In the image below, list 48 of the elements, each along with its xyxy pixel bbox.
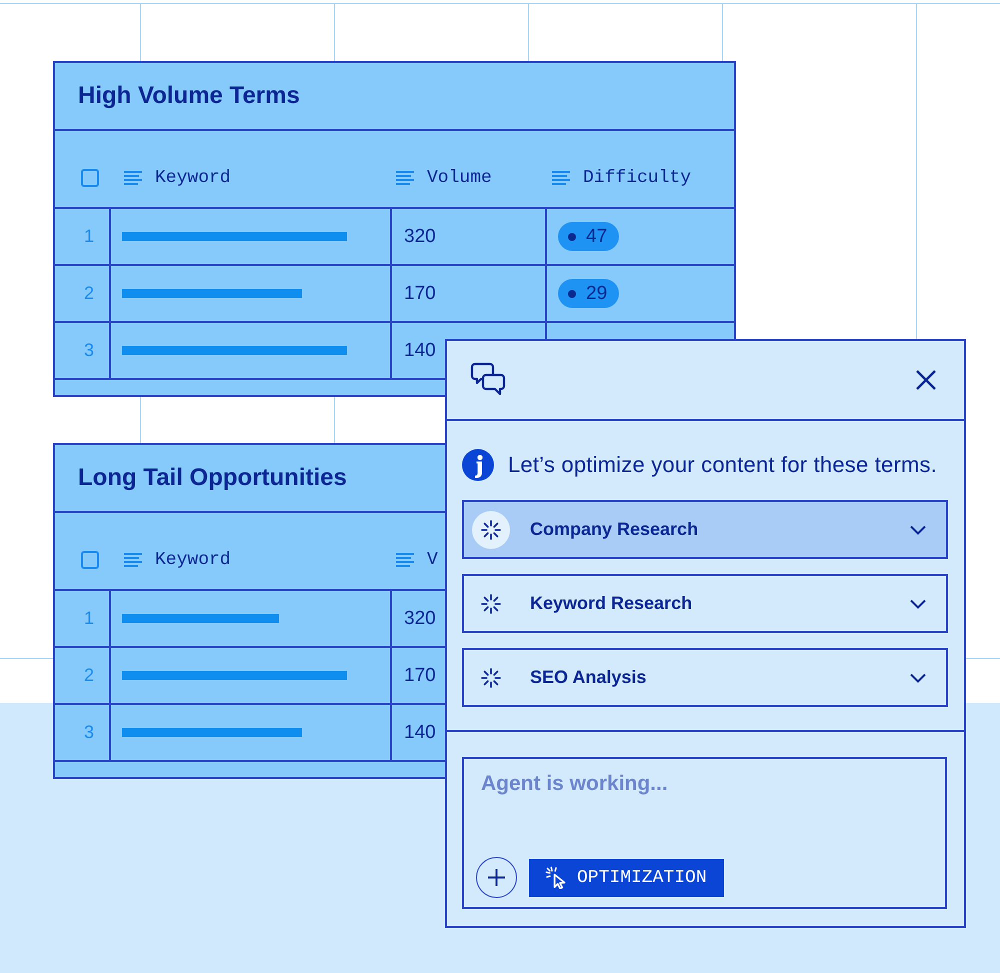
text-lines-icon — [552, 171, 570, 185]
difficulty-value: 29 — [586, 282, 608, 304]
accordion-item[interactable]: SEO Analysis — [462, 648, 948, 707]
row-number: 2 — [55, 266, 111, 321]
select-all-checkbox[interactable] — [81, 169, 99, 187]
info-icon — [462, 449, 494, 481]
info-message: Let’s optimize your content for these terms. — [508, 452, 938, 478]
volume-value: 320 — [404, 226, 436, 248]
dot-icon — [568, 290, 576, 298]
text-lines-icon — [396, 553, 414, 567]
column-header[interactable]: Keyword — [155, 168, 231, 188]
column-header[interactable]: Difficulty — [583, 168, 692, 188]
text-lines-icon — [124, 171, 142, 185]
volume-value: 170 — [404, 664, 436, 686]
volume-value: 140 — [404, 340, 436, 362]
row-number: 3 — [55, 323, 111, 378]
close-button[interactable] — [916, 370, 936, 390]
chevron-down-icon — [910, 672, 926, 682]
row-number: 1 — [55, 209, 111, 264]
spinner-icon — [472, 510, 510, 548]
chevron-down-icon — [910, 598, 926, 608]
text-lines-icon — [396, 171, 414, 185]
spinner-icon — [481, 668, 501, 688]
spinner-icon — [481, 594, 501, 614]
chevron-down-icon — [910, 524, 926, 534]
column-header[interactable]: Volume — [427, 168, 492, 188]
close-icon — [916, 370, 936, 390]
accordion-item[interactable]: Keyword Research — [462, 574, 948, 633]
volume-value: 320 — [404, 608, 436, 630]
row-number: 3 — [55, 705, 111, 760]
table-title: Long Tail Opportunities — [78, 464, 347, 492]
mode-button[interactable]: OPTIMIZATION — [529, 858, 724, 896]
volume-value: 170 — [404, 282, 436, 304]
difficulty-value: 47 — [586, 226, 608, 248]
dot-icon — [568, 232, 576, 240]
row-number: 1 — [55, 591, 111, 646]
text-lines-icon — [124, 553, 142, 567]
row-number: 2 — [55, 648, 111, 703]
volume-value: 140 — [404, 722, 436, 744]
table-title: High Volume Terms — [78, 82, 300, 110]
plus-icon — [488, 869, 505, 886]
cursor-click-icon — [545, 866, 568, 889]
accordion-item[interactable]: Company Research — [462, 500, 948, 559]
add-button[interactable] — [476, 857, 517, 898]
column-header[interactable]: Keyword — [155, 550, 231, 570]
chat-bubbles-icon — [470, 362, 506, 398]
select-all-checkbox[interactable] — [81, 551, 99, 569]
column-header[interactable]: V — [427, 550, 438, 570]
